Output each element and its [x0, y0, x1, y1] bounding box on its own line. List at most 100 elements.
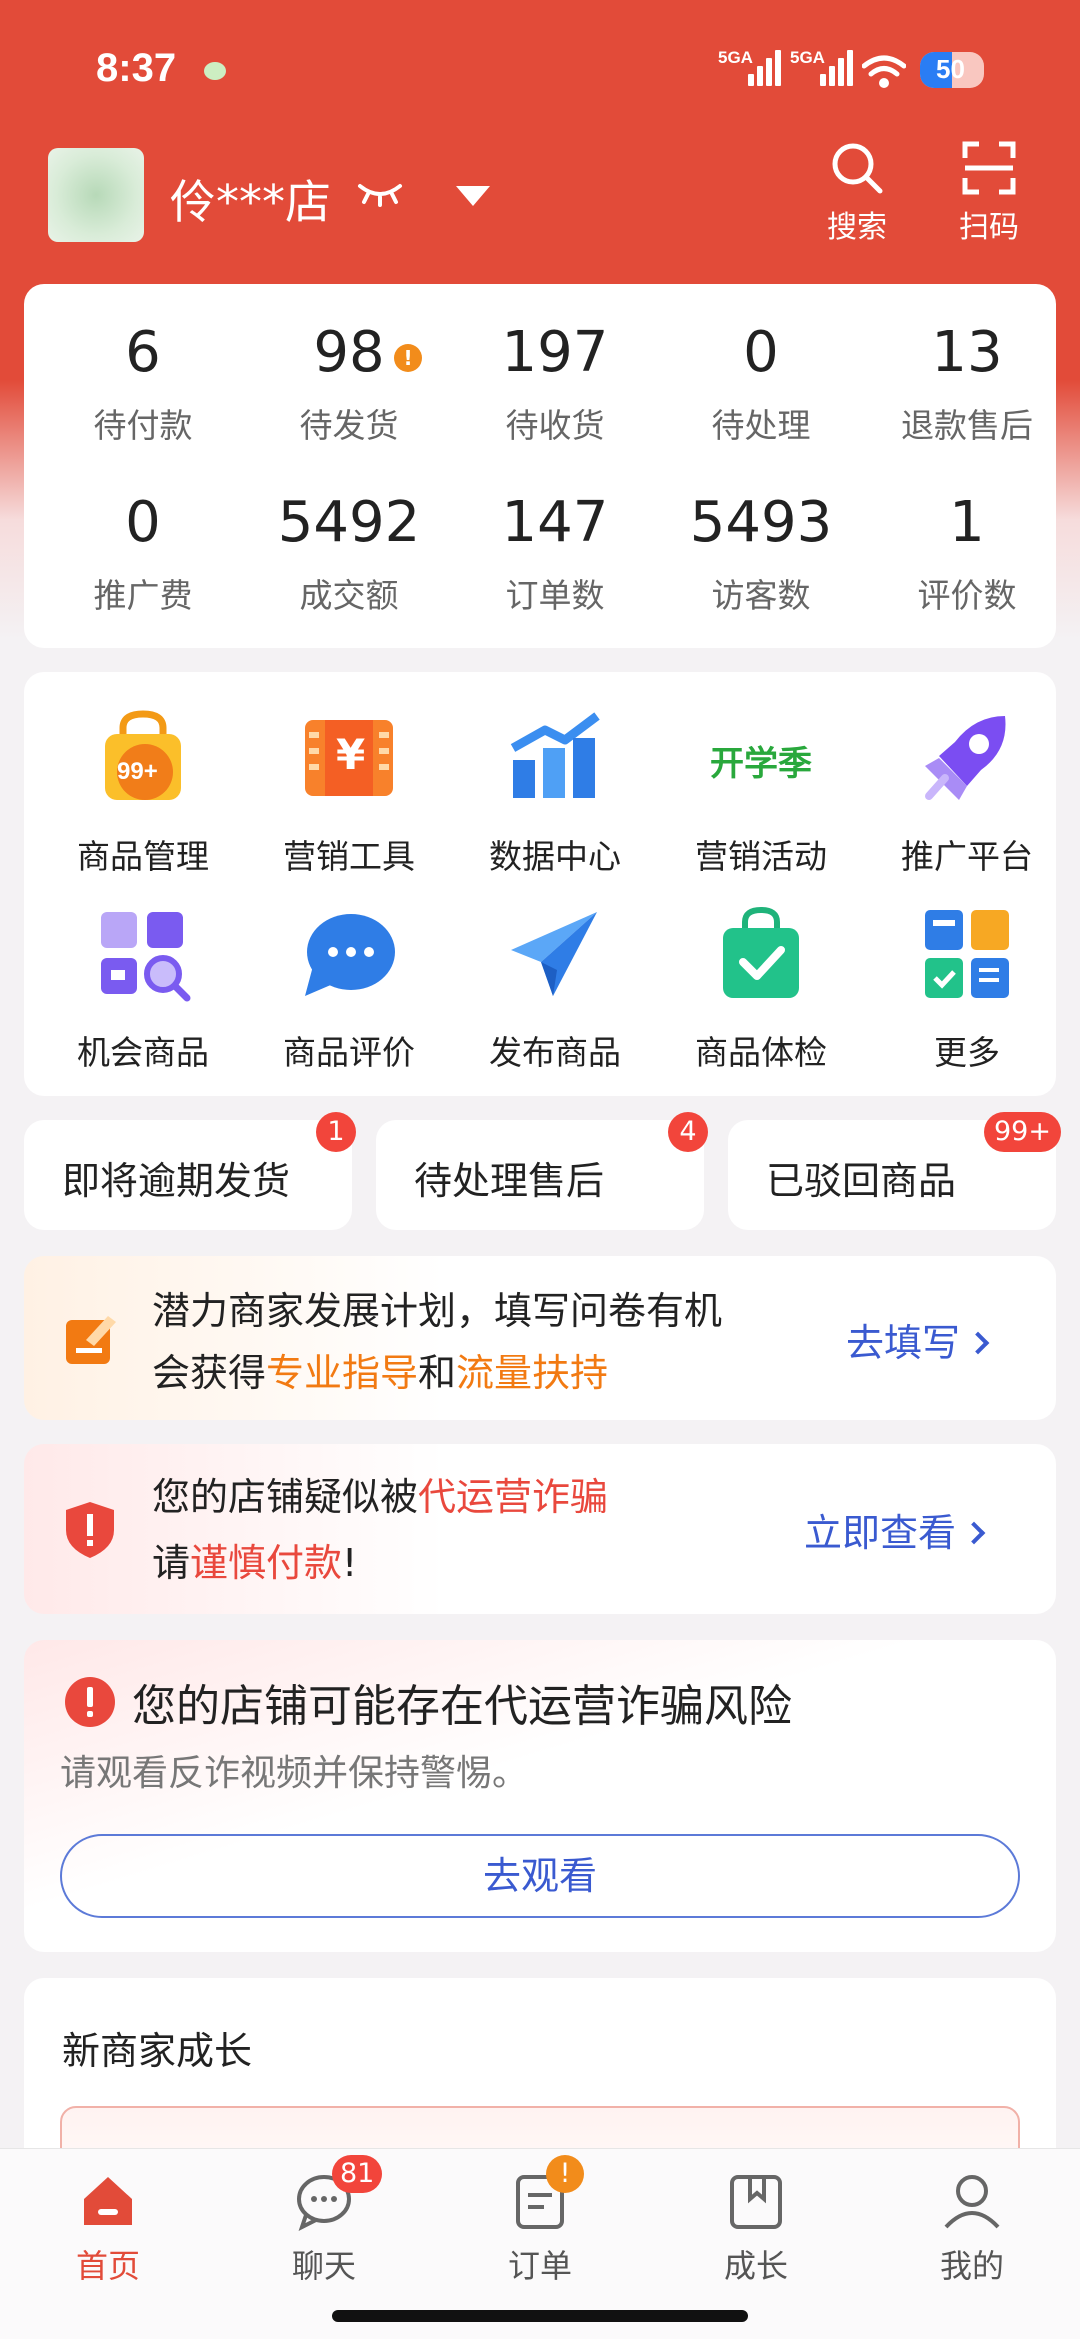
watch-video-button[interactable]: 去观看	[60, 1834, 1020, 1918]
pill-pending-aftersales[interactable]: 待处理售后 4	[376, 1112, 708, 1230]
stat-label: 评价数	[917, 576, 1017, 615]
stat-refunds[interactable]: 13 退款售后	[864, 320, 1070, 447]
eye-closed-icon[interactable]	[356, 178, 404, 208]
grid-search-icon	[93, 904, 193, 1004]
scan-label: 扫码	[959, 210, 1019, 245]
tool-product-reviews[interactable]: 商品评价	[246, 904, 452, 1074]
pill-label: 即将逾期发货	[62, 1159, 291, 1203]
stat-reviews[interactable]: 1 评价数	[864, 490, 1070, 617]
fraud-text: !	[342, 1541, 358, 1585]
unread-badge: 81	[332, 2155, 383, 2193]
tool-label: 推广平台	[901, 837, 1033, 876]
plan-text: 和	[418, 1351, 457, 1395]
link-label: 去填写	[846, 1321, 961, 1365]
tool-promotion-platform[interactable]: 推广平台	[864, 708, 1070, 878]
survey-edit-icon	[66, 1316, 116, 1364]
stat-value: 13	[931, 320, 1003, 385]
alert-badge: !	[546, 2155, 584, 2193]
check-bag-icon	[711, 904, 811, 1004]
campaign-icon-text: 开学季	[710, 744, 812, 784]
stat-pending-processing[interactable]: 0 待处理	[658, 320, 864, 447]
stat-label: 成交额	[299, 576, 399, 615]
signal-icon	[748, 50, 782, 86]
fraud-warning-banner[interactable]: 您的店铺疑似被代运营诈骗 请谨慎付款! 立即查看	[24, 1444, 1056, 1614]
shop-switch-dropdown-icon[interactable]	[456, 186, 490, 206]
scan-button[interactable]: 扫码	[944, 140, 1034, 250]
highlight-guidance: 专业指导	[266, 1351, 419, 1395]
shop-avatar[interactable]	[48, 148, 144, 242]
tool-publish-product[interactable]: 发布商品	[452, 904, 658, 1074]
count-badge: 99+	[984, 1112, 1061, 1152]
stat-visitors[interactable]: 5493 访客数	[658, 490, 864, 617]
search-label: 搜索	[827, 210, 887, 245]
fraud-text-line1: 您的店铺疑似被代运营诈骗	[152, 1466, 608, 1521]
risk-subtitle: 请观看反诈视频并保持警惕。	[60, 1753, 529, 1794]
tools-grid: 99+ 商品管理 ¥ 营销工具 数据中心 开学季 营销活动 推广平台 机会商品 …	[24, 672, 1056, 1096]
pill-rejected-products[interactable]: 已驳回商品 99+	[728, 1112, 1061, 1230]
shield-warning-icon	[66, 1502, 114, 1558]
status-time: 8:37	[96, 46, 177, 90]
nav-home[interactable]: 首页	[0, 2171, 216, 2287]
stat-value: 5492	[277, 490, 421, 555]
tool-more[interactable]: 更多	[864, 904, 1070, 1074]
home-indicator[interactable]	[332, 2310, 748, 2322]
campaign-icon: 开学季	[701, 708, 821, 808]
nav-label: 首页	[75, 2247, 140, 2285]
status-bar: 8:37 5GA 5GA 50	[0, 40, 1080, 110]
stat-label: 退款售后	[901, 406, 1033, 445]
tool-marketing-campaign[interactable]: 开学季 营销活动	[658, 708, 864, 878]
stat-pending-shipment[interactable]: 98 待发货!	[246, 320, 452, 447]
home-icon	[78, 2171, 138, 2231]
bar-chart-icon	[505, 708, 605, 808]
stat-label: 待发货	[299, 406, 399, 445]
nav-orders[interactable]: ! 订单	[432, 2155, 648, 2287]
nav-growth[interactable]: 成长	[648, 2171, 864, 2287]
stat-promotion-cost[interactable]: 0 推广费	[40, 490, 246, 617]
tool-data-center[interactable]: 数据中心	[452, 708, 658, 878]
chat-icon: 81	[294, 2155, 383, 2231]
nav-label: 聊天	[291, 2247, 356, 2285]
stat-orders[interactable]: 147 订单数	[452, 490, 658, 617]
nav-chat[interactable]: 81 聊天	[216, 2155, 432, 2287]
profile-icon	[942, 2171, 1002, 2231]
stat-value: 1	[949, 490, 985, 555]
merchant-plan-banner[interactable]: 潜力商家发展计划，填写问卷有机 会获得专业指导和流量扶持 去填写	[24, 1256, 1056, 1420]
paper-plane-icon	[505, 904, 605, 1004]
chevron-right-icon	[966, 1331, 990, 1355]
link-label: 立即查看	[804, 1511, 957, 1555]
badge-99-plus: 99+	[117, 758, 158, 785]
stat-value: 6	[125, 320, 161, 385]
stat-label: 访客数	[711, 576, 811, 615]
tool-label: 商品管理	[77, 837, 209, 876]
search-button[interactable]: 搜索	[812, 140, 902, 250]
stat-value: 147	[501, 490, 609, 555]
scan-icon	[962, 141, 1016, 195]
pill-label: 已驳回商品	[766, 1159, 957, 1203]
tool-opportunity-products[interactable]: 机会商品	[40, 904, 246, 1074]
nav-profile[interactable]: 我的	[864, 2171, 1080, 2287]
view-now-link[interactable]: 立即查看	[804, 1502, 986, 1557]
shop-name[interactable]: 伶***店	[170, 166, 331, 232]
pill-label: 待处理售后	[414, 1159, 605, 1203]
stat-gmv[interactable]: 5492 成交额	[246, 490, 452, 617]
stat-label: 推广费	[93, 576, 193, 615]
nav-label: 订单	[507, 2247, 572, 2285]
tool-product-checkup[interactable]: 商品体检	[658, 904, 864, 1074]
pill-overdue-shipment[interactable]: 即将逾期发货 1	[24, 1112, 356, 1230]
highlight-traffic: 流量扶持	[456, 1351, 609, 1395]
plan-text: 会获得	[152, 1351, 267, 1395]
more-apps-icon	[917, 904, 1017, 1004]
stat-pending-receipt[interactable]: 197 待收货	[452, 320, 658, 447]
tool-label: 商品评价	[283, 1033, 415, 1072]
stat-pending-payment[interactable]: 6 待付款	[40, 320, 246, 447]
stat-value: 0	[743, 320, 779, 385]
yuan-glyph: ¥	[336, 730, 366, 779]
tool-product-management[interactable]: 99+ 商品管理	[40, 708, 246, 878]
tool-label: 数据中心	[489, 837, 621, 876]
fill-survey-link[interactable]: 去填写	[846, 1312, 990, 1367]
stat-label: 待付款	[93, 406, 193, 445]
stat-label: 待收货	[505, 406, 605, 445]
risk-title: 您的店铺可能存在代运营诈骗风险	[132, 1681, 792, 1732]
tool-label: 机会商品	[77, 1033, 209, 1072]
tool-marketing-tools[interactable]: ¥ 营销工具	[246, 708, 452, 878]
